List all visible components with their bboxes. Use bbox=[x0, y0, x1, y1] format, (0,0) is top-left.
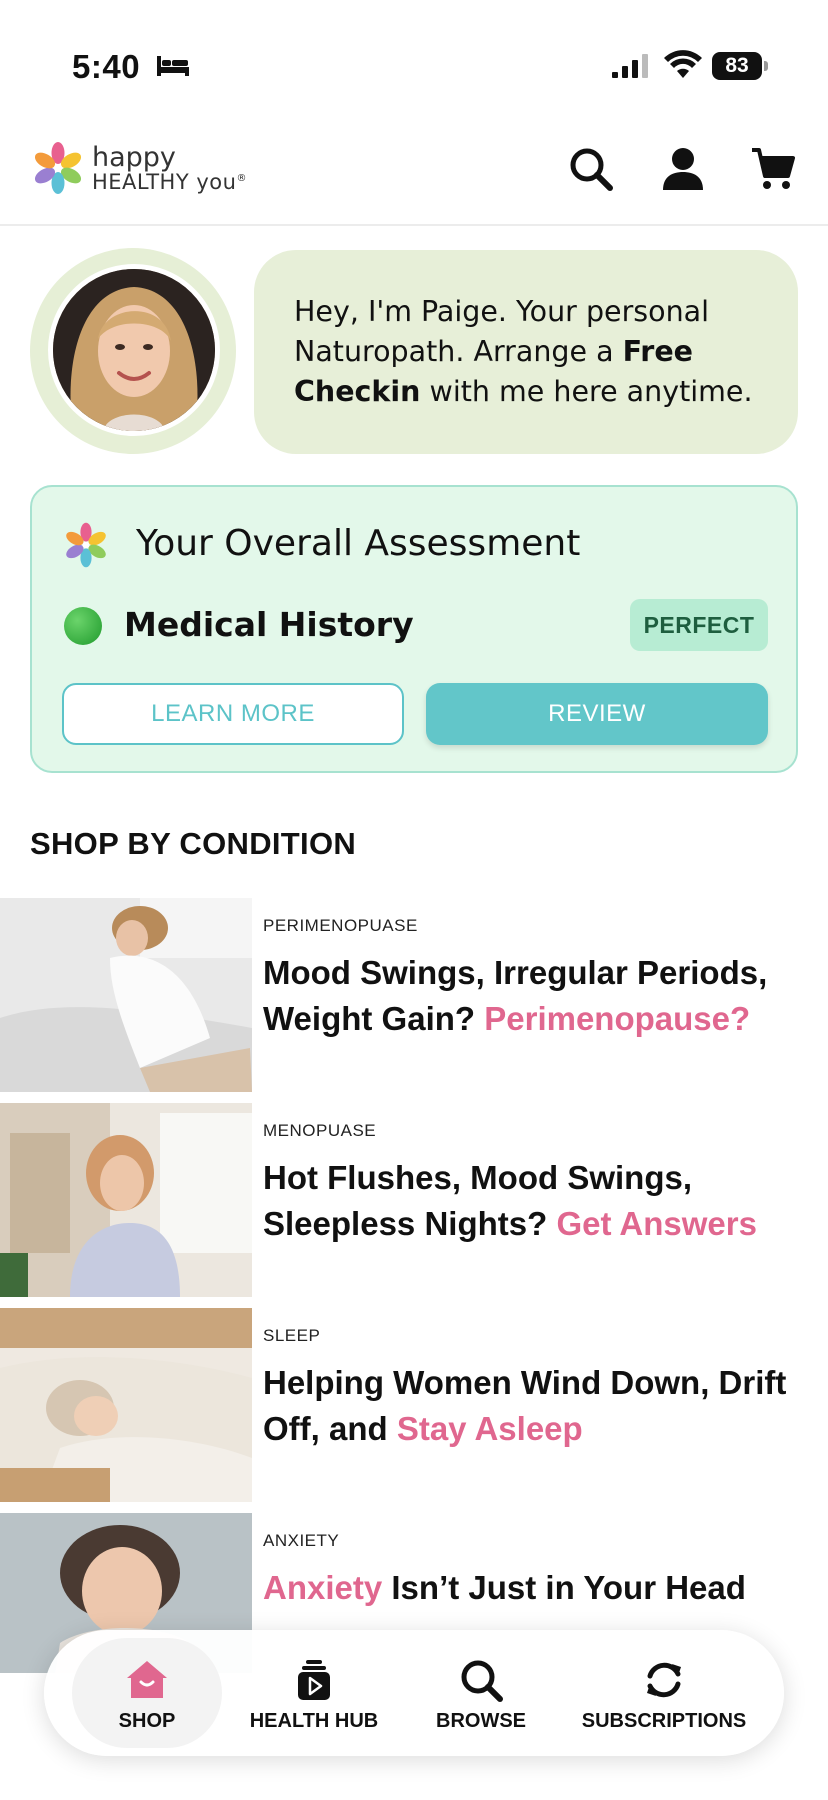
condition-category: MENOPUASE bbox=[263, 1121, 377, 1140]
condition-title: Hot Flushes, Mood Swings, Sleepless Nigh… bbox=[263, 1159, 757, 1242]
condition-category: PERIMENOPUASE bbox=[263, 916, 418, 935]
assessment-title: Your Overall Assessment bbox=[136, 523, 581, 564]
condition-card-sleep[interactable]: SLEEP Helping Women Wind Down, Drift Off… bbox=[0, 1308, 828, 1504]
condition-title: Anxiety Isn’t Just in Your Head bbox=[263, 1569, 746, 1606]
shop-section-title: SHOP BY CONDITION bbox=[30, 826, 357, 861]
medical-history-label: Medical History bbox=[124, 605, 414, 644]
home-icon bbox=[127, 1661, 167, 1698]
nav-subscriptions-label: SUBSCRIPTIONS bbox=[581, 1710, 747, 1732]
health-hub-icon bbox=[298, 1660, 330, 1700]
condition-title: Helping Women Wind Down, Drift Off, and … bbox=[263, 1364, 787, 1447]
bottom-nav: SHOP HEALTH HUB BROWSE SUBSCRIPTIONS bbox=[44, 1630, 784, 1756]
nav-shop[interactable]: SHOP bbox=[102, 1658, 192, 1733]
battery-level: 83 bbox=[712, 52, 762, 80]
nav-health-hub[interactable]: HEALTH HUB bbox=[234, 1658, 394, 1733]
condition-image-menopause bbox=[0, 1103, 252, 1297]
condition-category: SLEEP bbox=[263, 1326, 321, 1345]
status-badge: PERFECT bbox=[630, 599, 768, 651]
condition-card-perimenopause[interactable]: PERIMENOPUASE Mood Swings, Irregular Per… bbox=[0, 898, 828, 1094]
assessment-card: Your Overall Assessment Medical History … bbox=[30, 485, 798, 773]
condition-image-sleep bbox=[0, 1308, 252, 1502]
search-icon[interactable] bbox=[568, 146, 614, 192]
condition-category: ANXIETY bbox=[263, 1531, 340, 1550]
message-bold-checkin: Checkin bbox=[294, 375, 421, 408]
logo[interactable]: happy HEALTHY you® bbox=[30, 140, 250, 200]
condition-card-menopause[interactable]: MENOPUASE Hot Flushes, Mood Swings, Slee… bbox=[0, 1103, 828, 1299]
browse-icon bbox=[461, 1660, 503, 1702]
logo-text-happy: happy bbox=[92, 142, 176, 173]
learn-more-button[interactable]: LEARN MORE bbox=[62, 683, 404, 745]
nav-health-hub-label: HEALTH HUB bbox=[249, 1710, 379, 1732]
battery-icon: 83 bbox=[712, 52, 768, 80]
naturopath-photo bbox=[53, 269, 215, 431]
account-icon[interactable] bbox=[660, 146, 706, 192]
nav-subscriptions[interactable]: SUBSCRIPTIONS bbox=[574, 1658, 754, 1733]
nav-browse-label: BROWSE bbox=[436, 1710, 526, 1732]
condition-image-perimenopause bbox=[0, 898, 252, 1092]
bed-icon bbox=[157, 56, 189, 76]
review-button[interactable]: REVIEW bbox=[426, 683, 768, 745]
signal-icon bbox=[612, 54, 648, 78]
status-bar: 5:40 83 bbox=[0, 0, 828, 110]
status-dot-icon bbox=[64, 607, 102, 645]
app-header: happy HEALTHY you® bbox=[0, 110, 828, 226]
assessment-flower-icon bbox=[66, 522, 106, 568]
message-bold-free: Free bbox=[622, 335, 693, 368]
wifi-icon bbox=[664, 50, 702, 78]
condition-title: Mood Swings, Irregular Periods, Weight G… bbox=[263, 954, 768, 1037]
cart-icon[interactable] bbox=[750, 146, 796, 192]
naturopath-message[interactable]: Hey, I'm Paige. Your personal Naturopath… bbox=[254, 250, 798, 454]
subscriptions-icon bbox=[647, 1662, 681, 1698]
status-time: 5:40 bbox=[72, 48, 141, 85]
message-outro: with me here anytime. bbox=[420, 375, 753, 408]
nav-shop-label: SHOP bbox=[118, 1710, 176, 1732]
logo-flower-icon bbox=[34, 142, 82, 194]
naturopath-avatar[interactable] bbox=[48, 264, 220, 436]
logo-text-healthy-you: HEALTHY you® bbox=[92, 170, 247, 194]
nav-browse[interactable]: BROWSE bbox=[416, 1658, 546, 1733]
